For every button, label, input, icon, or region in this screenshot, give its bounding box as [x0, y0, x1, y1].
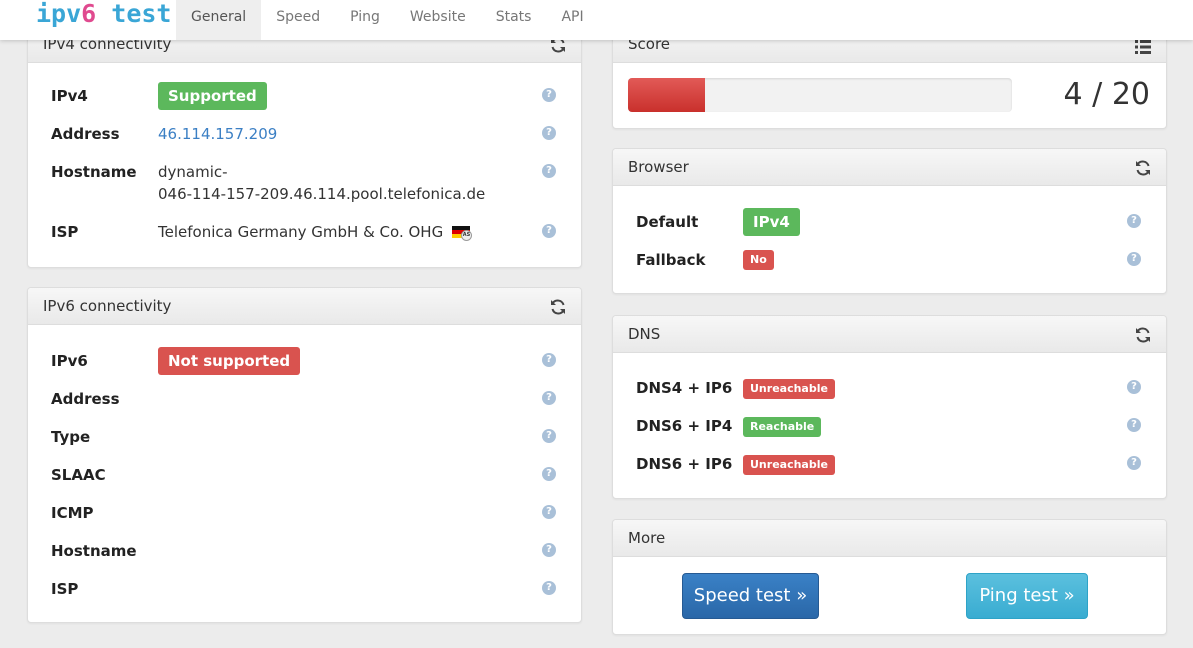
- help-icon[interactable]: ?: [1127, 418, 1141, 432]
- dns-panel-header: DNS: [613, 316, 1166, 353]
- help-icon[interactable]: ?: [542, 391, 556, 405]
- dns-row-label: DNS6 + IP6: [636, 455, 733, 473]
- dns-status-badge: Unreachable: [743, 379, 835, 399]
- ipv4-panel: IPv4 connectivity IPv4 Supported ? Addre…: [27, 23, 582, 268]
- score-progress-fill: [628, 78, 705, 112]
- tab-general[interactable]: General: [176, 0, 262, 40]
- browser-panel: Browser Default IPv4 ? Fallback No ?: [612, 148, 1167, 294]
- tab-speed[interactable]: Speed: [261, 0, 335, 40]
- ipv4-isp-label: ISP: [51, 223, 79, 241]
- ipv6-isp-label: ISP: [51, 580, 79, 598]
- more-panel: More Speed test » Ping test »: [612, 519, 1167, 635]
- tab-website[interactable]: Website: [395, 0, 481, 40]
- browser-panel-title: Browser: [628, 158, 689, 176]
- ipv4-address-value[interactable]: 46.114.157.209: [158, 125, 277, 143]
- score-progress-bar: [628, 78, 1012, 112]
- help-icon[interactable]: ?: [1127, 252, 1141, 266]
- ipv6-panel: IPv6 connectivity IPv6 Not supported ? A…: [27, 287, 582, 623]
- refresh-icon[interactable]: [549, 298, 567, 316]
- logo-six: 6: [81, 0, 97, 28]
- tab-ping[interactable]: Ping: [335, 0, 395, 40]
- ipv6-not-supported-badge: Not supported: [158, 347, 301, 375]
- tab-stats[interactable]: Stats: [481, 0, 547, 40]
- germany-flag-icon: AS: [451, 226, 472, 241]
- dns-status-badge: Unreachable: [743, 455, 835, 475]
- speed-test-button[interactable]: Speed test »: [682, 573, 819, 619]
- dns-row-label: DNS6 + IP4: [636, 417, 733, 435]
- help-icon[interactable]: ?: [1127, 380, 1141, 394]
- ipv4-isp-value: Telefonica Germany GmbH & Co. OHG: [158, 223, 444, 241]
- site-logo[interactable]: ipv6 test: [36, 0, 171, 28]
- ipv4-hostname-line1: dynamic-: [158, 163, 228, 181]
- browser-default-badge: IPv4: [743, 208, 800, 236]
- help-icon[interactable]: ?: [1127, 214, 1141, 228]
- ipv6-slaac-label: SLAAC: [51, 466, 106, 484]
- help-icon[interactable]: ?: [542, 353, 556, 367]
- dns-status-badge: Reachable: [743, 417, 822, 437]
- ipv6-address-label: Address: [51, 390, 120, 408]
- ipv4-hostname-label: Hostname: [51, 163, 137, 181]
- ipv6-panel-header: IPv6 connectivity: [28, 288, 581, 325]
- ipv4-isp-row: Telefonica Germany GmbH & Co. OHG AS: [158, 223, 472, 241]
- help-icon[interactable]: ?: [542, 467, 556, 481]
- ipv6-panel-title: IPv6 connectivity: [43, 297, 172, 315]
- help-icon[interactable]: ?: [542, 505, 556, 519]
- browser-fallback-label: Fallback: [636, 251, 706, 269]
- dns-row-label: DNS4 + IP6: [636, 379, 733, 397]
- help-icon[interactable]: ?: [542, 429, 556, 443]
- ping-test-button[interactable]: Ping test »: [966, 573, 1088, 619]
- tab-api[interactable]: API: [546, 0, 598, 40]
- ipv4-address-label: Address: [51, 125, 120, 143]
- more-panel-title: More: [628, 529, 666, 547]
- refresh-icon[interactable]: [1134, 159, 1152, 177]
- refresh-icon[interactable]: [1134, 326, 1152, 344]
- ipv4-hostname-line2: 046-114-157-209.46.114.pool.telefonica.d…: [158, 185, 486, 203]
- ipv6-label: IPv6: [51, 352, 88, 370]
- help-icon[interactable]: ?: [542, 88, 556, 102]
- help-icon[interactable]: ?: [542, 224, 556, 238]
- browser-panel-header: Browser: [613, 149, 1166, 186]
- help-icon[interactable]: ?: [1127, 456, 1141, 470]
- browser-fallback-badge: No: [743, 250, 774, 270]
- help-icon[interactable]: ?: [542, 164, 556, 178]
- score-value: 4 / 20: [1063, 77, 1150, 112]
- logo-prefix: ipv: [36, 0, 82, 28]
- dns-panel: DNS DNS4 + IP6 Unreachable ? DNS6 + IP4 …: [612, 315, 1167, 499]
- help-icon[interactable]: ?: [542, 581, 556, 595]
- ipv6-type-label: Type: [51, 428, 91, 446]
- list-icon[interactable]: [1134, 38, 1152, 56]
- ipv6-hostname-label: Hostname: [51, 542, 137, 560]
- more-panel-header: More: [613, 520, 1166, 557]
- ipv4-label: IPv4: [51, 87, 88, 105]
- help-icon[interactable]: ?: [542, 126, 556, 140]
- logo-suffix: test: [96, 0, 172, 28]
- dns-panel-title: DNS: [628, 325, 661, 343]
- main-nav: General Speed Ping Website Stats API: [176, 0, 599, 40]
- browser-default-label: Default: [636, 213, 699, 231]
- ipv4-supported-badge: Supported: [158, 82, 267, 110]
- help-icon[interactable]: ?: [542, 543, 556, 557]
- top-navbar: ipv6 test General Speed Ping Website Sta…: [0, 0, 1193, 40]
- ipv6-icmp-label: ICMP: [51, 504, 94, 522]
